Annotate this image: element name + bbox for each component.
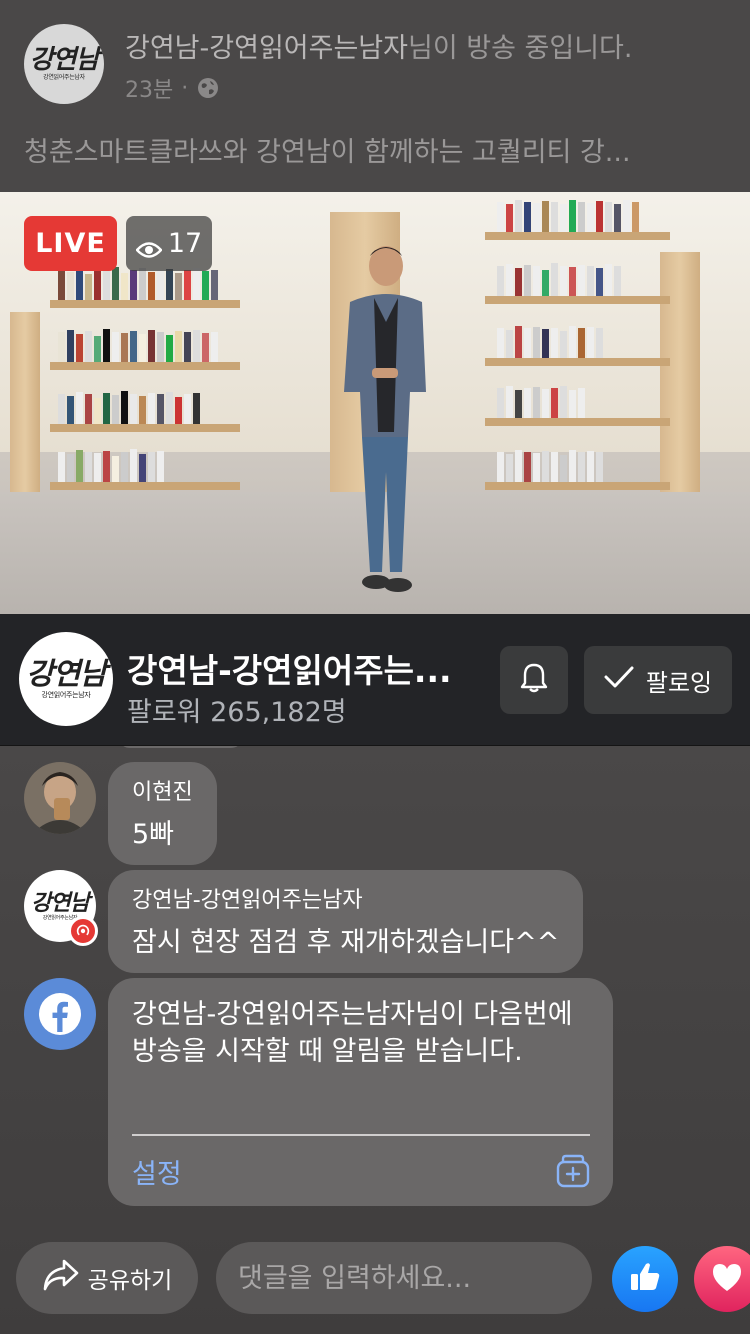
user-avatar[interactable] — [24, 762, 96, 834]
live-badge: LIVE — [24, 216, 117, 271]
bell-icon — [519, 662, 549, 698]
page-bar-avatar[interactable]: 강연남 강연읽어주는남자 — [19, 632, 113, 726]
facebook-logo-icon — [24, 978, 96, 1050]
post-time[interactable]: 23분 — [125, 72, 173, 104]
following-label: 팔로잉 — [645, 668, 713, 697]
right-bookshelf — [485, 192, 670, 512]
previous-comment-bubble — [118, 746, 243, 748]
love-reaction-button[interactable] — [694, 1246, 750, 1312]
page-bar-name[interactable]: 강연남-강연읽어주는... — [127, 644, 479, 692]
page-avatar[interactable]: 강연남 강연읽어주는남자 — [24, 24, 104, 104]
post-description[interactable]: 청춘스마트클라쓰와 강연남이 함께하는 고퀄리티 강... — [24, 130, 724, 169]
thumbs-up-icon — [627, 1259, 663, 1299]
share-label: 공유하기 — [87, 1268, 173, 1294]
globe-icon — [196, 76, 220, 100]
page-info-bar: 강연남 강연읽어주는남자 강연남-강연읽어주는... 팔로워 265,182명 … — [0, 614, 750, 746]
page-logo: 강연남 강연읽어주는남자 — [29, 45, 100, 81]
notice-divider — [132, 1134, 590, 1136]
viewer-count-badge: 17 — [126, 216, 212, 271]
post-header: 강연남 강연읽어주는남자 강연남-강연읽어주는남자님이 방송 중입니다. 23분… — [0, 0, 750, 192]
page-logo: 강연남 강연읽어주는남자 — [26, 656, 107, 699]
notice-text: 강연남-강연읽어주는남자님이 다음번에 방송을 시작할 때 알림을 받습니다. — [132, 999, 573, 1067]
check-icon — [604, 665, 634, 695]
live-video[interactable]: LIVE 17 — [0, 192, 750, 614]
notification-bell-button[interactable] — [500, 646, 568, 714]
post-meta: 23분 · — [125, 72, 220, 104]
follower-count: 팔로워 265,182명 — [127, 697, 347, 728]
comment-text: 5빠 — [132, 819, 175, 850]
presenter-figure — [340, 242, 430, 602]
comment-bubble[interactable]: 강연남-강연읽어주는남자 잠시 현장 점검 후 재개하겠습니다^^ — [108, 870, 584, 973]
add-box-icon[interactable] — [556, 1154, 590, 1188]
broadcast-suffix: 님이 방송 중입니다. — [407, 33, 633, 64]
broadcast-status: 강연남-강연읽어주는남자님이 방송 중입니다. — [125, 26, 632, 65]
settings-link[interactable]: 설정 — [132, 1152, 182, 1191]
heart-icon — [709, 1260, 745, 1298]
share-icon — [42, 1258, 80, 1298]
meta-separator: · — [181, 75, 189, 101]
notice-bubble: 강연남-강연읽어주는남자님이 다음번에 방송을 시작할 때 알림을 받습니다. … — [108, 978, 613, 1206]
comment-input[interactable] — [216, 1242, 592, 1314]
live-broadcast-icon — [68, 916, 98, 946]
wood-column — [10, 312, 40, 502]
comment-bubble[interactable]: 이현진 5빠 — [108, 762, 217, 865]
like-reaction-button[interactable] — [612, 1246, 678, 1312]
comments-feed[interactable]: 이현진 5빠 강연남 강연읽어주는남자 강연남-강연읽어주는남자 잠시 현장 점… — [0, 746, 750, 1236]
comment-text: 잠시 현장 점검 후 재개하겠습니다^^ — [132, 927, 560, 958]
share-button[interactable]: 공유하기 — [16, 1242, 198, 1314]
viewer-count: 17 — [167, 228, 203, 259]
following-button[interactable]: 팔로잉 — [584, 646, 732, 714]
page-name-link[interactable]: 강연남-강연읽어주는남자 — [125, 33, 408, 64]
eye-icon — [135, 235, 163, 258]
comment-author[interactable]: 강연남-강연읽어주는남자 — [132, 882, 559, 914]
comment-author[interactable]: 이현진 — [132, 774, 193, 806]
